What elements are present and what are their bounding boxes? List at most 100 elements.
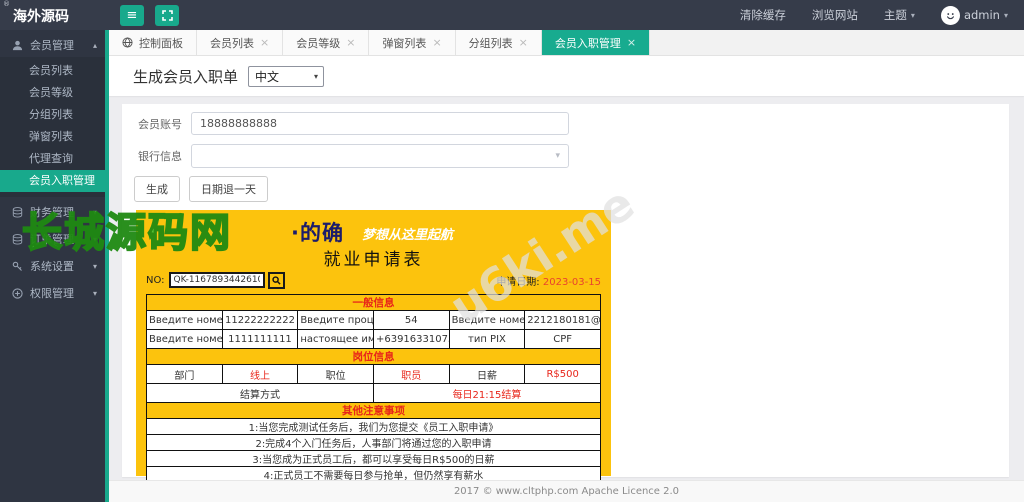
note-item: 1:当您完成测试任务后，我们为您提交《员工入职申请》 (146, 418, 601, 435)
sidebar: 会员管理 ▴ 会员列表 会员等级 分组列表 弹窗列表 代理查询 会员入职管理 财… (0, 30, 109, 502)
close-icon[interactable]: × (260, 37, 269, 48)
top-bar-right: 清除缓存 浏览网站 主题 ▾ admin ▾ (740, 5, 1024, 25)
application-table: 一般信息 Введите номер карточ 11222222222 Вв… (146, 294, 602, 483)
tab-bar: 控制面板 会员列表 × 会员等级 × 弹窗列表 × 分组列表 × 会员入职管理 … (109, 30, 1024, 56)
member-submenu: 会员列表 会员等级 分组列表 弹窗列表 代理查询 会员入职管理 (0, 57, 105, 197)
sidebar-item-member-list[interactable]: 会员列表 (0, 60, 105, 82)
settlement-label: 结算方式 (146, 383, 374, 403)
form-header: ·的确 梦想从这里起航 就业申请表 (146, 216, 601, 270)
apply-date-label: 申请日期: (496, 276, 540, 288)
no-label: NO: (146, 274, 165, 286)
cell: 11222222222 (221, 310, 299, 330)
date-back-button[interactable]: 日期退一天 (189, 176, 268, 202)
tab-member-level[interactable]: 会员等级 × (283, 30, 370, 55)
page-title: 生成会员入职单 (133, 67, 239, 86)
brand-logo-text: ·的确 (291, 221, 344, 245)
hamburger-icon: ≡ (126, 7, 138, 23)
employment-application-form: ·的确 梦想从这里起航 就业申请表 NO: 申请日期: 2023-03-15 (136, 210, 611, 483)
close-icon[interactable]: × (346, 37, 355, 48)
close-icon[interactable]: × (627, 37, 636, 48)
sidebar-item-popup-list[interactable]: 弹窗列表 (0, 126, 105, 148)
smiley-icon (943, 8, 957, 22)
fullscreen-button[interactable] (155, 4, 179, 26)
footer: 2017 © www.cltphp.com Apache Licence 2.0 (109, 480, 1024, 502)
footer-text: 2017 © www.cltphp.com Apache Licence 2.0 (453, 486, 680, 497)
chevron-down-icon: ▾ (910, 10, 915, 20)
sidebar-toggle-button[interactable]: ≡ (120, 4, 144, 26)
cell: 职员 (372, 364, 450, 384)
button-row: 生成 日期退一天 (134, 176, 268, 202)
sidebar-item-finance[interactable]: 财务管理 ▾ (0, 200, 105, 224)
close-icon[interactable]: × (519, 37, 528, 48)
sidebar-item-label: 订单管理 (30, 233, 74, 246)
tab-label: 分组列表 (468, 36, 513, 50)
table-row: 结算方式 每日21:15结算 (146, 383, 602, 403)
tab-group-list[interactable]: 分组列表 × (455, 30, 542, 55)
cell: R$500 (524, 364, 601, 384)
tab-dashboard[interactable]: 控制面板 (109, 30, 197, 55)
tab-label: 会员等级 (296, 36, 341, 50)
top-bar: ® 海外源码 ≡ 清除缓存 浏览网站 主题 ▾ admin ▾ (0, 0, 1024, 30)
sidebar-item-agent-query[interactable]: 代理查询 (0, 148, 105, 170)
tab-label: 弹窗列表 (382, 36, 427, 50)
app-logo[interactable]: ® 海外源码 (0, 0, 109, 30)
tab-member-onboarding[interactable]: 会员入职管理 × (541, 30, 651, 55)
sidebar-item-system-settings[interactable]: 系统设置 ▾ (0, 254, 105, 278)
generate-button[interactable]: 生成 (134, 176, 180, 202)
table-row: Введите номер карточ 11222222222 Введите… (146, 310, 601, 330)
sidebar-item-permissions[interactable]: 权限管理 ▾ (0, 281, 105, 305)
chevron-down-icon: ▾ (92, 261, 97, 271)
sidebar-item-label: 会员管理 (30, 39, 74, 52)
theme-dropdown[interactable]: 主题 ▾ (884, 7, 915, 23)
language-value: 中文 (255, 69, 280, 84)
account-input[interactable] (191, 112, 569, 135)
settlement-value: 每日21:15结算 (372, 383, 602, 403)
section-position: 岗位信息 (146, 348, 601, 365)
coins-icon (12, 206, 23, 218)
table-row: Введите номер вашего 1111111111 настояще… (146, 329, 601, 349)
sidebar-item-label: 权限管理 (30, 287, 74, 300)
sidebar-item-member-level[interactable]: 会员等级 (0, 82, 105, 104)
chevron-down-icon: ▾ (92, 234, 97, 244)
sidebar-item-label: 财务管理 (30, 206, 74, 219)
app-logo-text: 海外源码 (13, 9, 69, 25)
chevron-down-icon: ▾ (92, 207, 97, 217)
account-label: 会员账号 (138, 117, 182, 131)
tab-member-list[interactable]: 会员列表 × (197, 30, 284, 55)
note-item: 3:当您成为正式员工后，都可以享受每日R$500的日薪 (146, 450, 601, 467)
sidebar-item-group-list[interactable]: 分组列表 (0, 104, 105, 126)
cell: Введите номер карточ (146, 310, 223, 330)
chevron-down-icon: ▾ (92, 288, 97, 298)
sidebar-item-label: 系统设置 (30, 260, 74, 273)
tab-popup-list[interactable]: 弹窗列表 × (369, 30, 456, 55)
tab-label: 控制面板 (139, 36, 183, 50)
chevron-up-icon: ▴ (92, 40, 97, 50)
avatar (940, 5, 960, 25)
table-row: 部门 线上 职位 职员 日薪 R$500 (146, 364, 601, 384)
apply-date-value: 2023-03-15 (542, 276, 601, 288)
brand-slogan: 梦想从这里起航 (362, 228, 454, 243)
clear-cache-link[interactable]: 清除缓存 (740, 7, 786, 23)
close-icon[interactable]: × (432, 37, 441, 48)
fullscreen-icon (161, 9, 173, 21)
user-dropdown[interactable]: admin ▾ (940, 5, 1008, 25)
sidebar-item-member-management[interactable]: 会员管理 ▴ (0, 33, 105, 57)
browse-site-link[interactable]: 浏览网站 (812, 7, 858, 23)
no-input[interactable] (168, 272, 265, 288)
cell: настоящее имя (297, 329, 374, 349)
cell: 职位 (297, 364, 374, 384)
cell: 线上 (221, 364, 299, 384)
form-no-row: NO: 申请日期: 2023-03-15 (146, 270, 601, 290)
search-button[interactable] (267, 271, 285, 289)
cell: 2212180181@qq.com (524, 310, 601, 330)
bank-row: 银行信息 ▾ (130, 144, 569, 168)
bank-select[interactable]: ▾ (191, 144, 569, 168)
language-select[interactable]: 中文 ▾ (248, 65, 325, 87)
chevron-down-icon: ▾ (1003, 10, 1008, 20)
cell: 日薪 (448, 364, 526, 384)
bank-label: 银行信息 (138, 150, 182, 163)
sidebar-item-member-onboarding[interactable]: 会员入职管理 (0, 170, 105, 192)
sidebar-item-orders[interactable]: 订单管理 ▾ (0, 227, 105, 251)
cell: Введите процессор (297, 310, 374, 330)
chevron-down-icon: ▾ (314, 71, 319, 81)
